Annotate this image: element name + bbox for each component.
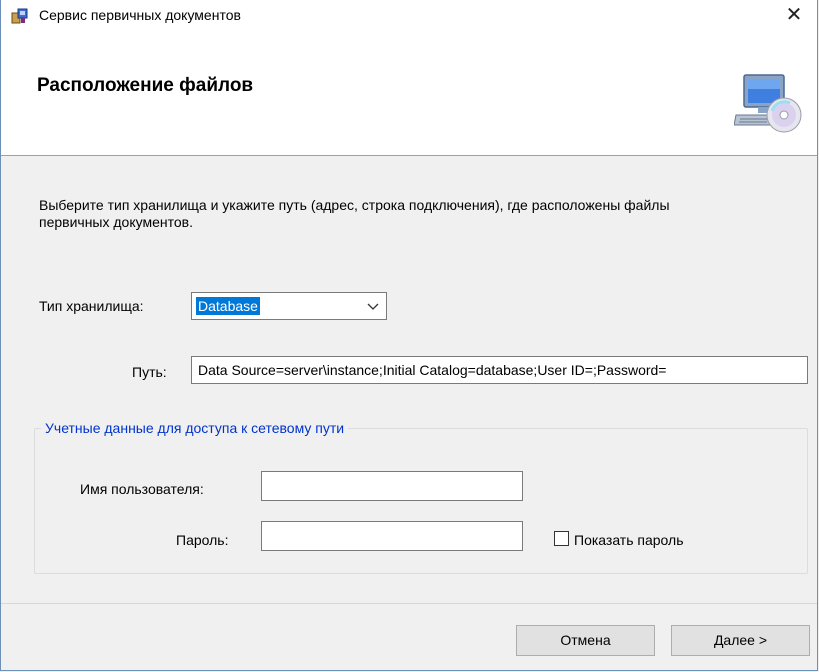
footer-divider (1, 603, 817, 604)
storage-type-value[interactable]: Database (196, 297, 260, 315)
installer-app-icon (11, 8, 28, 24)
installer-window: Сервис первичных документов ✕ Расположен… (0, 0, 818, 671)
credentials-group-legend: Учетные данные для доступа к сетевому пу… (41, 420, 349, 436)
show-password-checkbox[interactable] (554, 531, 569, 546)
password-input[interactable] (261, 521, 523, 551)
password-label: Пароль: (176, 532, 229, 548)
path-input[interactable] (191, 356, 808, 384)
storage-type-label: Тип хранилища: (39, 298, 144, 314)
header-banner: Расположение файлов (1, 31, 817, 156)
username-input[interactable] (261, 471, 523, 501)
page-title: Расположение файлов (37, 75, 254, 96)
computer-disc-icon (734, 74, 802, 133)
close-button[interactable]: ✕ (771, 0, 817, 31)
storage-type-select[interactable]: Database (191, 292, 387, 320)
title-bar: Сервис первичных документов ✕ (1, 0, 817, 31)
show-password-label[interactable]: Показать пароль (574, 532, 684, 548)
cancel-button[interactable]: Отмена (516, 625, 655, 656)
next-button[interactable]: Далее > (671, 625, 810, 656)
username-label: Имя пользователя: (80, 481, 204, 497)
path-label: Путь: (132, 364, 167, 380)
window-title: Сервис первичных документов (39, 7, 241, 23)
instructions-text: Выберите тип хранилища и укажите путь (а… (39, 197, 670, 230)
close-icon[interactable]: ✕ (786, 4, 803, 26)
chevron-down-icon[interactable] (366, 299, 380, 313)
credentials-group (34, 428, 808, 574)
